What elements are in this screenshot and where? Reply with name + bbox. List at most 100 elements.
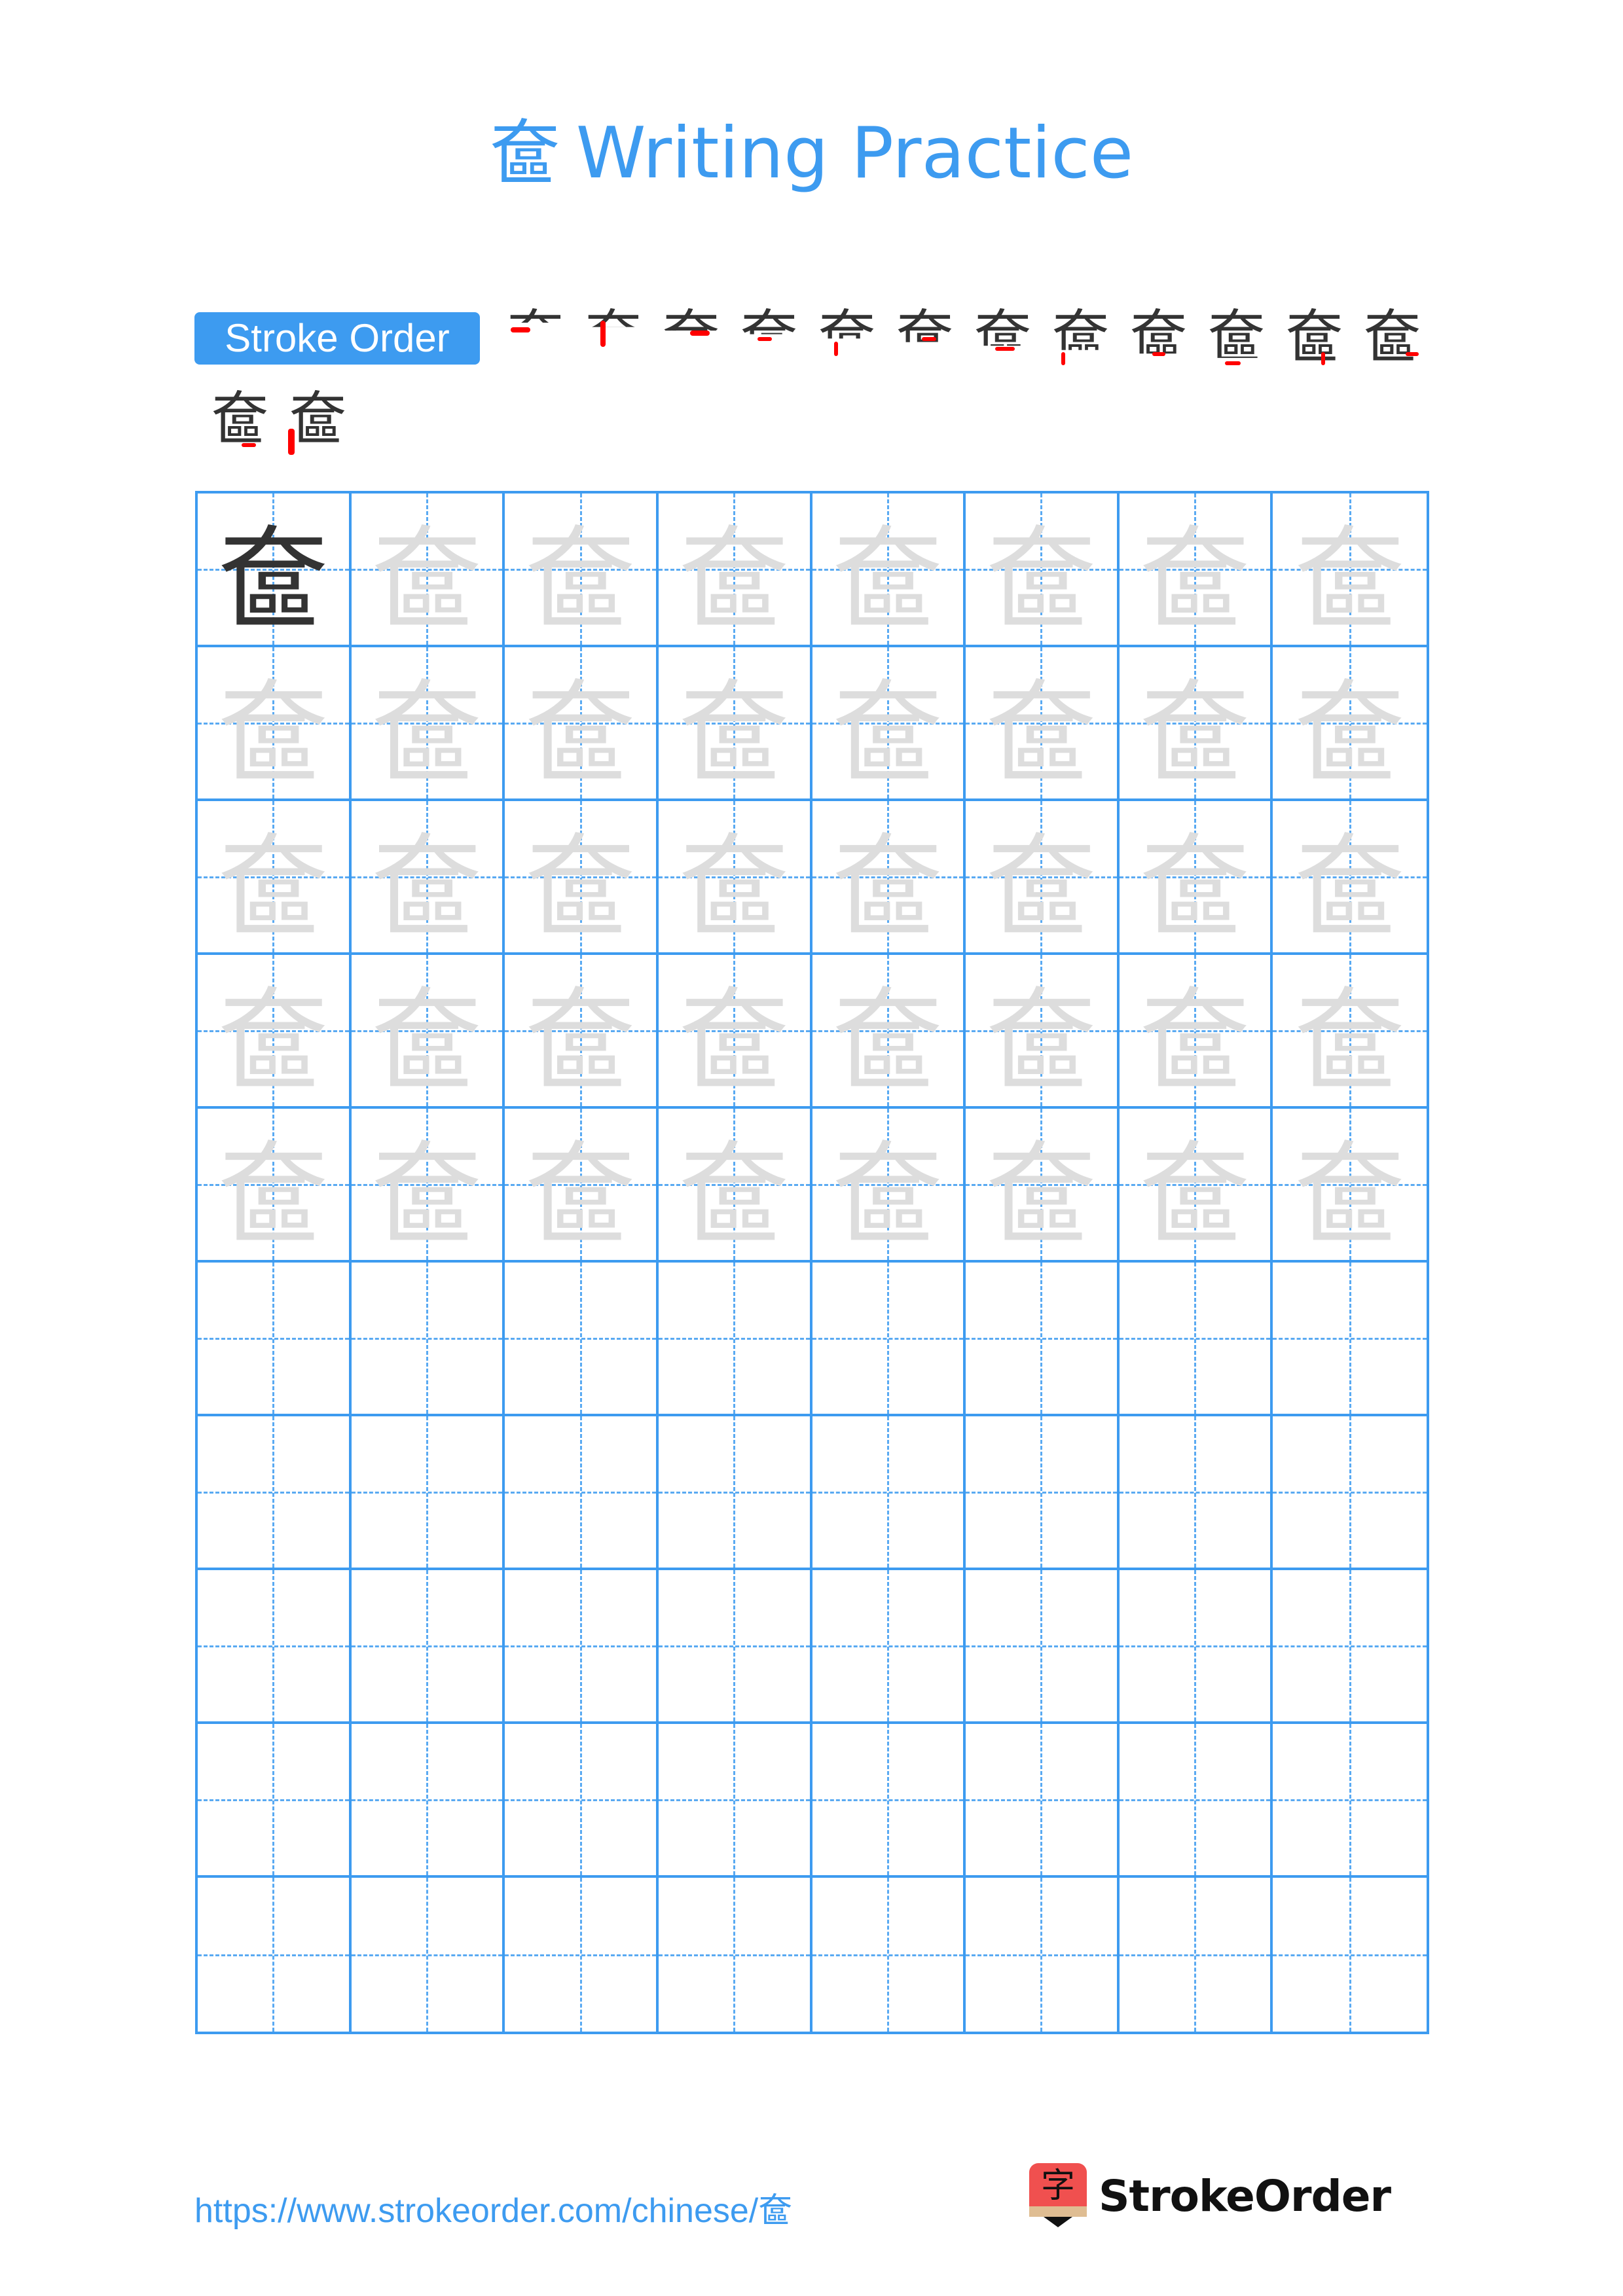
practice-cell[interactable] — [966, 1878, 1120, 2032]
practice-cell[interactable]: 奩 — [351, 801, 505, 955]
practice-cell[interactable]: 奩 — [966, 955, 1120, 1109]
practice-cell[interactable]: 奩 — [198, 493, 352, 647]
practice-cell[interactable] — [198, 1263, 352, 1416]
practice-cell[interactable] — [505, 1878, 659, 2032]
trace-character: 奩 — [371, 976, 483, 1106]
practice-cell[interactable]: 奩 — [658, 1109, 812, 1263]
practice-cell[interactable] — [198, 1724, 352, 1878]
practice-cell[interactable] — [351, 1416, 505, 1570]
trace-character: 奩 — [1294, 976, 1406, 1106]
practice-cell[interactable] — [1119, 1416, 1273, 1570]
practice-cell[interactable] — [966, 1263, 1120, 1416]
practice-cell[interactable]: 奩 — [1273, 801, 1427, 955]
practice-cell[interactable] — [1119, 1570, 1273, 1724]
practice-cell[interactable] — [658, 1724, 812, 1878]
practice-cell[interactable]: 奩 — [505, 955, 659, 1109]
practice-cell[interactable] — [1273, 1878, 1427, 2032]
practice-cell[interactable]: 奩 — [505, 1109, 659, 1263]
practice-cell[interactable] — [812, 1724, 966, 1878]
practice-cell[interactable] — [198, 1570, 352, 1724]
practice-cell[interactable]: 奩 — [1273, 493, 1427, 647]
practice-cell[interactable] — [812, 1263, 966, 1416]
practice-cell[interactable] — [505, 1416, 659, 1570]
practice-cell[interactable]: 奩 — [812, 801, 966, 955]
practice-cell[interactable]: 奩 — [966, 1109, 1120, 1263]
practice-cell[interactable] — [658, 1570, 812, 1724]
practice-cell[interactable]: 奩 — [658, 955, 812, 1109]
footer-url-link[interactable]: https://www.strokeorder.com/chinese/奩 — [194, 2183, 792, 2232]
practice-cell[interactable]: 奩 — [658, 647, 812, 801]
practice-cell[interactable]: 奩 — [351, 493, 505, 647]
practice-cell[interactable]: 奩 — [1273, 647, 1427, 801]
practice-cell[interactable]: 奩 — [812, 647, 966, 801]
practice-cell[interactable] — [351, 1724, 505, 1878]
practice-cell[interactable]: 奩 — [966, 647, 1120, 801]
practice-cell[interactable]: 奩 — [658, 493, 812, 647]
practice-cell[interactable]: 奩 — [198, 801, 352, 955]
trace-character: 奩 — [1139, 1130, 1251, 1260]
practice-cell[interactable]: 奩 — [351, 647, 505, 801]
practice-cell[interactable]: 奩 — [966, 493, 1120, 647]
practice-cell[interactable] — [505, 1263, 659, 1416]
practice-cell[interactable] — [505, 1724, 659, 1878]
current-stroke-highlight — [757, 337, 772, 341]
practice-cell[interactable] — [1119, 1724, 1273, 1878]
trace-character: 奩 — [524, 1130, 636, 1260]
practice-cell[interactable] — [1273, 1724, 1427, 1878]
trace-character: 奩 — [524, 822, 636, 952]
practice-cell[interactable] — [812, 1878, 966, 2032]
practice-cell[interactable]: 奩 — [1119, 647, 1273, 801]
practice-cell[interactable]: 奩 — [505, 647, 659, 801]
practice-cell[interactable] — [198, 1416, 352, 1570]
practice-cell[interactable] — [198, 1878, 352, 2032]
practice-cell[interactable]: 奩 — [351, 955, 505, 1109]
practice-cell[interactable]: 奩 — [198, 647, 352, 801]
stroke-step-12: 奩 — [1353, 301, 1431, 373]
trace-character: 奩 — [1139, 668, 1251, 798]
current-stroke-highlight — [995, 347, 1015, 351]
practice-cell[interactable] — [966, 1724, 1120, 1878]
practice-cell[interactable]: 奩 — [1119, 493, 1273, 647]
practice-cell[interactable] — [1119, 1263, 1273, 1416]
trace-character: 奩 — [1294, 514, 1406, 645]
practice-cell[interactable] — [1273, 1416, 1427, 1570]
practice-cell[interactable]: 奩 — [1119, 1109, 1273, 1263]
trace-character: 奩 — [831, 1130, 943, 1260]
trace-character: 奩 — [831, 976, 943, 1106]
practice-cell[interactable]: 奩 — [351, 1109, 505, 1263]
practice-cell[interactable]: 奩 — [1273, 1109, 1427, 1263]
practice-cell[interactable]: 奩 — [505, 493, 659, 647]
practice-cell[interactable] — [812, 1570, 966, 1724]
practice-cell[interactable]: 奩 — [198, 1109, 352, 1263]
logo-glyph: 字 — [1029, 2163, 1087, 2209]
practice-cell[interactable] — [966, 1570, 1120, 1724]
practice-cell[interactable] — [1273, 1263, 1427, 1416]
current-stroke-highlight — [690, 331, 710, 336]
practice-cell[interactable] — [966, 1416, 1120, 1570]
practice-cell[interactable]: 奩 — [812, 493, 966, 647]
trace-character: 奩 — [1139, 514, 1251, 645]
practice-cell[interactable]: 奩 — [505, 801, 659, 955]
practice-cell[interactable] — [351, 1263, 505, 1416]
practice-cell[interactable] — [352, 1878, 505, 2032]
practice-cell[interactable] — [1273, 1570, 1427, 1724]
practice-cell[interactable] — [1120, 1878, 1273, 2032]
practice-cell[interactable] — [659, 1878, 812, 2032]
practice-cell[interactable] — [658, 1263, 812, 1416]
practice-cell[interactable] — [351, 1570, 505, 1724]
practice-cell[interactable]: 奩 — [812, 1109, 966, 1263]
practice-cell[interactable] — [658, 1416, 812, 1570]
stroke-step-glyph: 奩 — [662, 303, 720, 370]
strokeorder-logo[interactable]: 字 StrokeOrder — [1029, 2163, 1391, 2229]
practice-cell[interactable] — [505, 1570, 659, 1724]
practice-cell[interactable]: 奩 — [1119, 801, 1273, 955]
practice-cell[interactable]: 奩 — [198, 955, 352, 1109]
practice-cell[interactable]: 奩 — [658, 801, 812, 955]
practice-cell[interactable]: 奩 — [1119, 955, 1273, 1109]
practice-cell[interactable]: 奩 — [812, 955, 966, 1109]
trace-character: 奩 — [985, 514, 1097, 645]
practice-cell[interactable]: 奩 — [966, 801, 1120, 955]
practice-cell[interactable] — [812, 1416, 966, 1570]
trace-character: 奩 — [371, 1130, 483, 1260]
practice-cell[interactable]: 奩 — [1273, 955, 1427, 1109]
